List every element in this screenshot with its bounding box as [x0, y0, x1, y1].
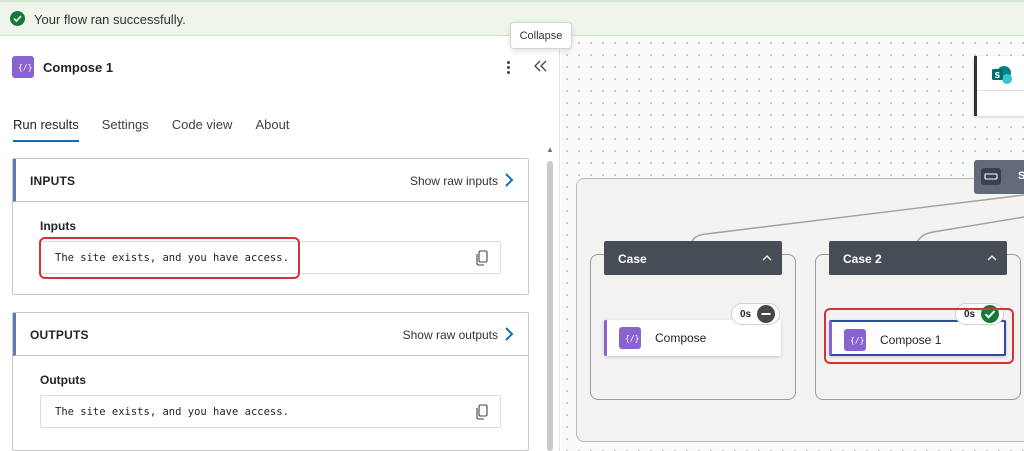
panel-tabs: Run results Settings Code view About	[13, 117, 312, 142]
double-chevron-left-icon	[534, 60, 547, 72]
case-name: Case	[618, 252, 647, 266]
outputs-header-label: OUTPUTS	[30, 328, 89, 342]
svg-text:{/}: {/}	[625, 334, 639, 343]
inputs-header[interactable]: INPUTS Show raw inputs	[13, 159, 528, 202]
svg-text:{/}: {/}	[18, 63, 32, 72]
case-header[interactable]: Case	[604, 241, 782, 275]
tab-code-view[interactable]: Code view	[172, 117, 233, 142]
scrollbar-thumb[interactable]	[547, 161, 553, 451]
action-details-panel: {/} Compose 1 Run results Settings Code …	[0, 37, 560, 451]
case-header[interactable]: Case 2	[829, 241, 1007, 275]
chevron-right-icon[interactable]	[504, 172, 514, 188]
success-check-icon	[10, 11, 25, 26]
show-raw-inputs-link[interactable]: Show raw inputs	[410, 174, 498, 188]
compose-icon: {/}	[12, 56, 34, 78]
outputs-section: OUTPUTS Show raw outputs Outputs The sit…	[12, 312, 529, 451]
skipped-status-icon	[757, 305, 776, 323]
collapse-tooltip: Collapse	[510, 22, 572, 49]
duration-badge: 0s	[731, 303, 781, 325]
chevron-up-icon[interactable]	[762, 254, 772, 261]
panel-header: {/} Compose 1	[12, 56, 113, 78]
compose-1-highlight	[824, 308, 1014, 364]
panel-scrollbar[interactable]: ▲	[546, 145, 554, 451]
action-name: Compose	[655, 331, 707, 345]
outputs-value: The site exists, and you have access.	[55, 406, 289, 418]
compose-action-card[interactable]: {/} Compose	[604, 320, 781, 356]
banner-message: Your flow ran successfully.	[34, 12, 186, 27]
compose-icon: {/}	[619, 327, 641, 349]
inputs-header-label: INPUTS	[30, 174, 76, 188]
duration-text: 0s	[740, 308, 752, 320]
more-options-button[interactable]	[500, 57, 516, 77]
outputs-field-label: Outputs	[40, 373, 86, 387]
case-name: Case 2	[843, 252, 882, 266]
collapse-panel-button[interactable]	[532, 56, 550, 76]
outputs-header[interactable]: OUTPUTS Show raw outputs	[13, 313, 528, 356]
copy-icon[interactable]	[475, 250, 489, 266]
tab-about[interactable]: About	[255, 117, 289, 142]
copy-icon[interactable]	[475, 404, 489, 420]
inputs-highlight	[39, 237, 300, 279]
show-raw-outputs-link[interactable]: Show raw outputs	[403, 328, 498, 342]
panel-title: Compose 1	[43, 59, 114, 75]
scroll-up-arrow-icon[interactable]: ▲	[546, 145, 554, 154]
tab-run-results[interactable]: Run results	[13, 117, 79, 142]
chevron-right-icon[interactable]	[504, 326, 514, 342]
tab-settings[interactable]: Settings	[102, 117, 149, 142]
inputs-field-label: Inputs	[40, 219, 76, 233]
chevron-up-icon[interactable]	[987, 254, 997, 261]
outputs-value-box: The site exists, and you have access.	[40, 395, 501, 428]
